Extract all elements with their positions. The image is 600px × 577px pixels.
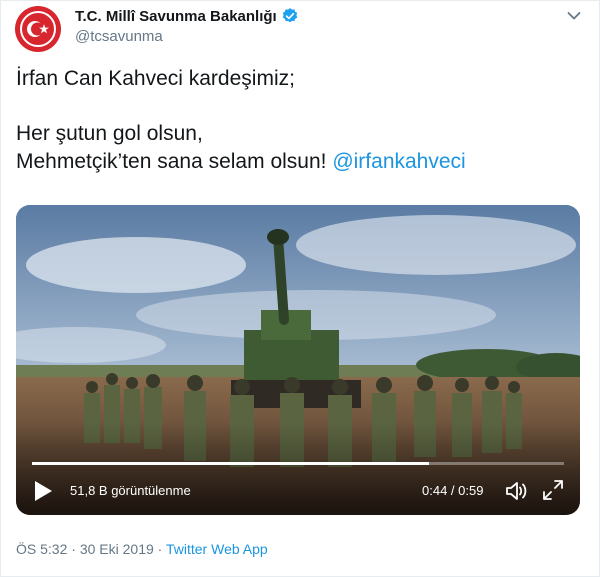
tweet-source-link[interactable]: Twitter Web App bbox=[166, 541, 268, 557]
tweet-meta: ÖS 5:32 · 30 Eki 2019 · Twitter Web App bbox=[16, 541, 268, 557]
volume-icon[interactable] bbox=[504, 479, 530, 503]
account-name[interactable]: T.C. Millî Savunma Bakanlığı bbox=[75, 7, 299, 25]
tweet-line: Her şutun gol olsun, bbox=[16, 122, 203, 145]
meta-separator: · bbox=[153, 541, 166, 557]
video-time: 0:44 / 0:59 bbox=[422, 483, 484, 498]
avatar[interactable] bbox=[15, 6, 61, 52]
chevron-down-icon[interactable] bbox=[565, 7, 583, 25]
verified-badge-icon bbox=[281, 7, 299, 25]
video-progress-fill bbox=[32, 462, 429, 465]
tweet-line: İrfan Can Kahveci kardeşimiz; bbox=[16, 67, 295, 90]
video-player[interactable]: 51,8 B görüntülenme 0:44 / 0:59 bbox=[16, 205, 580, 515]
meta-separator: · bbox=[67, 541, 80, 557]
play-icon[interactable] bbox=[32, 479, 54, 503]
tweet-date[interactable]: 30 Eki 2019 bbox=[80, 541, 154, 557]
tweet-text: İrfan Can Kahveci kardeşimiz; Her şutun … bbox=[16, 65, 576, 176]
fullscreen-icon[interactable] bbox=[542, 479, 564, 501]
mention-link[interactable]: @irfankahveci bbox=[332, 150, 465, 173]
tweet-time[interactable]: ÖS 5:32 bbox=[16, 541, 67, 557]
account-handle[interactable]: @tcsavunma bbox=[75, 28, 163, 45]
ministry-crest-icon bbox=[20, 11, 56, 47]
tweet-line: Mehmetçik’ten sana selam olsun! @irfanka… bbox=[16, 148, 576, 176]
account-name-text[interactable]: T.C. Millî Savunma Bakanlığı bbox=[75, 8, 277, 25]
tweet-line-text: Mehmetçik’ten sana selam olsun! bbox=[16, 150, 327, 173]
tweet-card: T.C. Millî Savunma Bakanlığı @tcsavunma … bbox=[0, 0, 600, 577]
view-count: 51,8 B görüntülenme bbox=[70, 483, 191, 498]
video-controls: 51,8 B görüntülenme 0:44 / 0:59 bbox=[16, 469, 580, 515]
video-progress-bar[interactable] bbox=[32, 462, 564, 465]
